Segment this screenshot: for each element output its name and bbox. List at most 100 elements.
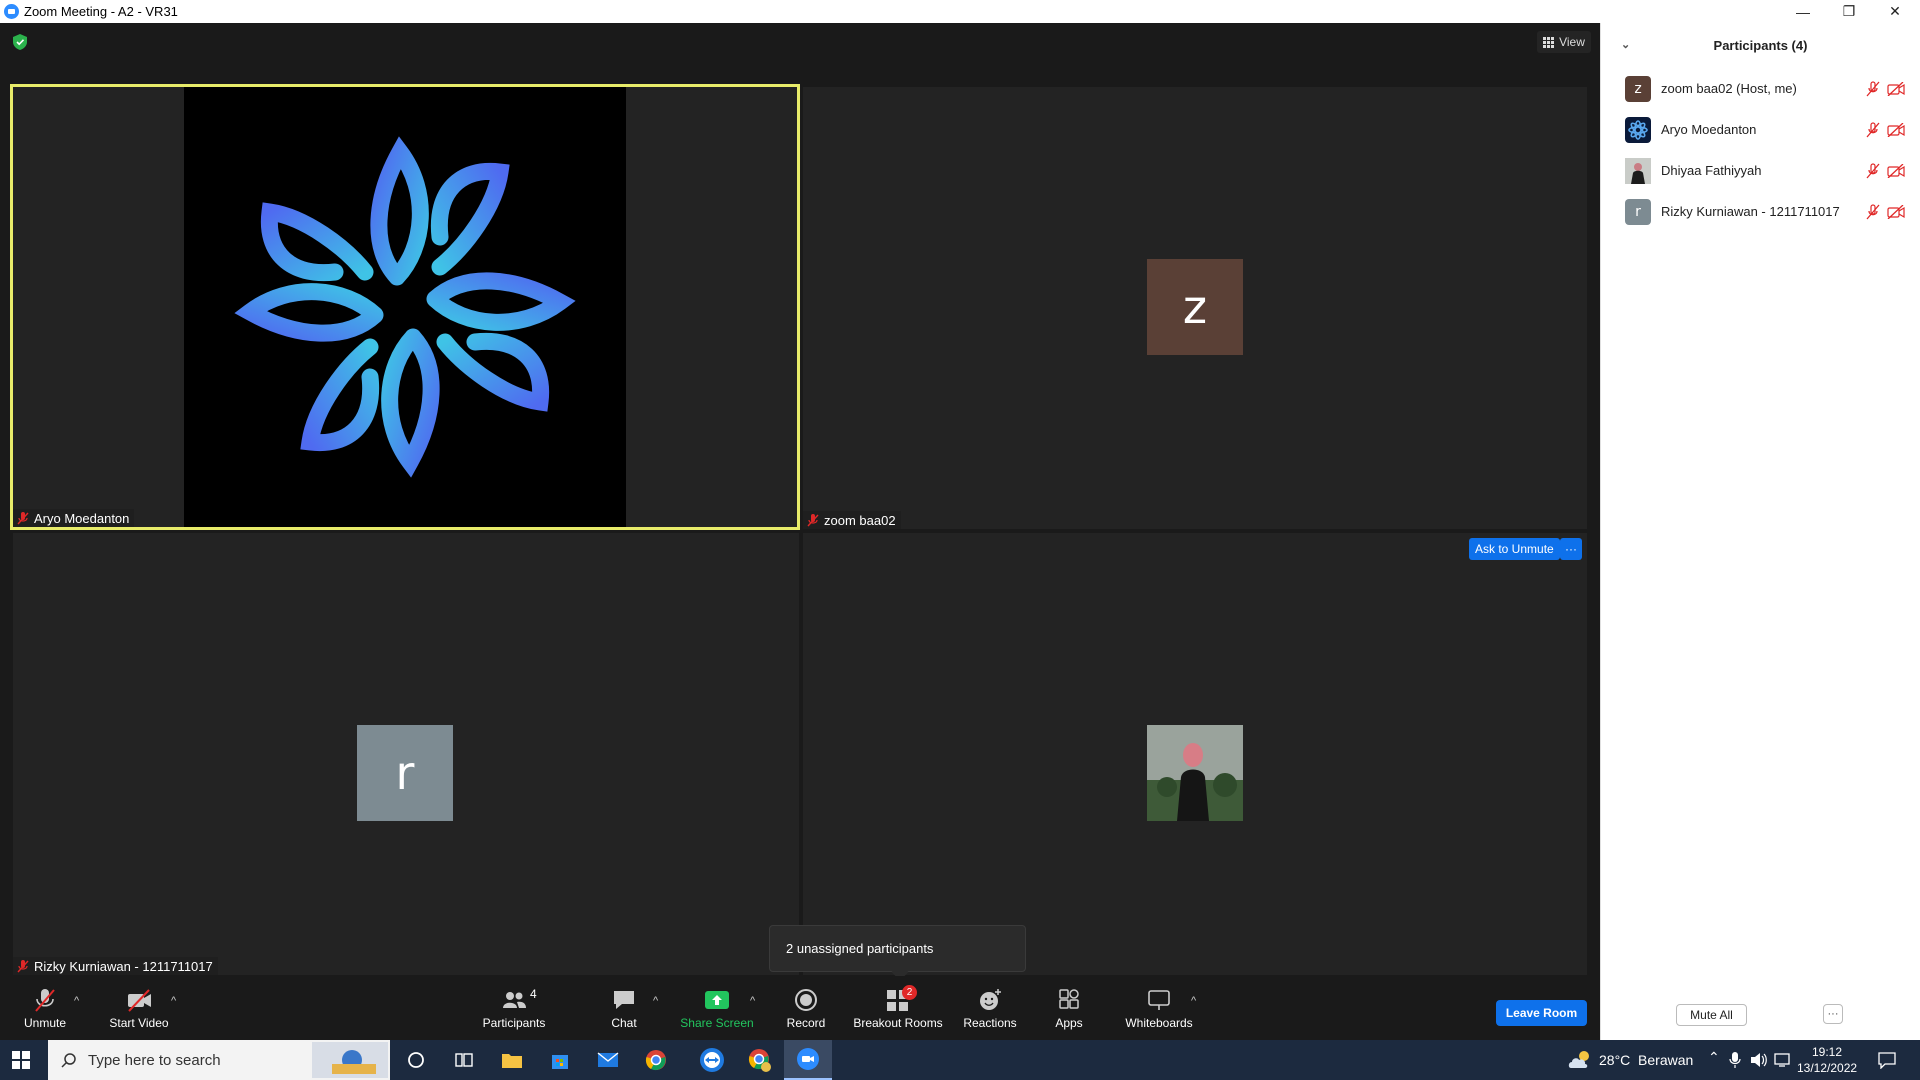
- participant-name: Aryo Moedanton: [1661, 122, 1757, 137]
- view-button[interactable]: View: [1537, 31, 1591, 53]
- windows-taskbar: Type here to search 28°C Berawan ⌃ 19:12…: [0, 1040, 1920, 1080]
- participant-name: Dhiyaa Fathiyyah: [1661, 163, 1762, 178]
- video-off-icon[interactable]: [1887, 81, 1905, 96]
- apps-button[interactable]: Apps: [1049, 976, 1089, 1040]
- task-view-icon[interactable]: [440, 1040, 488, 1080]
- restore-button[interactable]: ❐: [1826, 0, 1872, 23]
- security-shield-icon[interactable]: [13, 34, 27, 50]
- avatar: [1625, 116, 1651, 143]
- audio-options-caret[interactable]: ^: [74, 995, 79, 1007]
- teamviewer-icon[interactable]: [688, 1040, 736, 1080]
- video-tile-aryo[interactable]: Aryo Moedanton: [10, 84, 800, 530]
- participants-label: Participants: [482, 1015, 546, 1030]
- tile-namebar: Rizky Kurniawan - 1211711017: [13, 957, 218, 975]
- video-options-caret[interactable]: ^: [171, 995, 176, 1007]
- store-icon[interactable]: [536, 1040, 584, 1080]
- mute-all-button[interactable]: Mute All: [1676, 1004, 1747, 1026]
- video-tile-zoom-baa02[interactable]: z zoom baa02: [803, 87, 1587, 529]
- window-titlebar: Zoom Meeting - A2 - VR31 — ❐ ✕: [0, 0, 1920, 23]
- clock-time: 19:12: [1811, 1045, 1843, 1059]
- unmute-button[interactable]: Unmute: [20, 976, 70, 1040]
- panel-more-button[interactable]: ···: [1823, 1004, 1843, 1024]
- microphone-icon[interactable]: [1729, 1051, 1741, 1069]
- whiteboard-icon: [1148, 989, 1170, 1010]
- person-photo-icon: [1147, 725, 1243, 821]
- tile-name: Rizky Kurniawan - 1211711017: [34, 958, 213, 974]
- panel-header: ⌄ Participants (4): [1601, 23, 1920, 68]
- tile-name: zoom baa02: [824, 512, 896, 528]
- avatar: z: [1625, 75, 1651, 102]
- mic-muted-icon[interactable]: [1866, 121, 1880, 138]
- video-tile-rizky[interactable]: r Rizky Kurniawan - 1211711017: [13, 533, 799, 975]
- chat-button[interactable]: Chat: [600, 976, 648, 1040]
- view-label: View: [1559, 35, 1585, 49]
- network-icon[interactable]: [1774, 1052, 1792, 1068]
- participant-row[interactable]: Aryo Moedanton: [1601, 109, 1920, 150]
- share-options-caret[interactable]: ^: [750, 995, 755, 1007]
- reactions-icon: [980, 988, 1001, 1010]
- chevron-down-icon[interactable]: ⌄: [1621, 38, 1630, 51]
- search-icon: [61, 1053, 76, 1068]
- breakout-rooms-button[interactable]: 2 Breakout Rooms: [851, 976, 945, 1040]
- apps-icon: [1059, 988, 1079, 1009]
- whiteboards-button[interactable]: Whiteboards: [1122, 976, 1196, 1040]
- leave-room-button[interactable]: Leave Room: [1496, 1000, 1587, 1026]
- participant-name: Rizky Kurniawan - 1211711017: [1661, 204, 1840, 219]
- video-off-icon[interactable]: [1887, 163, 1905, 178]
- apps-label: Apps: [1055, 1015, 1083, 1030]
- search-placeholder: Type here to search: [88, 1051, 221, 1069]
- file-explorer-icon[interactable]: [488, 1040, 536, 1080]
- weather-text[interactable]: 28°C Berawan: [1599, 1052, 1693, 1068]
- chrome-icon[interactable]: [632, 1040, 680, 1080]
- tile-namebar: Aryo Moedanton: [13, 509, 135, 527]
- reactions-button[interactable]: Reactions: [962, 976, 1018, 1040]
- weather-cloud-icon: [1568, 1051, 1589, 1068]
- participants-icon: 4: [500, 987, 537, 1013]
- taskbar-search-input[interactable]: Type here to search: [48, 1040, 390, 1080]
- video-tile-dhiyaa[interactable]: Ask to Unmute ···: [803, 533, 1587, 975]
- speaker-icon[interactable]: [1750, 1052, 1768, 1068]
- taskbar-clock[interactable]: 19:12 13/12/2022: [1797, 1044, 1857, 1076]
- mic-muted-icon[interactable]: [1866, 203, 1880, 220]
- chat-options-caret[interactable]: ^: [653, 995, 658, 1007]
- notifications-icon[interactable]: [1877, 1051, 1897, 1069]
- start-video-button[interactable]: Start Video: [105, 976, 173, 1040]
- video-off-icon[interactable]: [1887, 122, 1905, 137]
- record-icon: [795, 988, 817, 1011]
- window-title: Zoom Meeting - A2 - VR31: [24, 4, 178, 19]
- chevron-up-icon[interactable]: ⌃: [1708, 1049, 1720, 1066]
- flower-logo-icon: [1628, 119, 1648, 140]
- whiteboard-options-caret[interactable]: ^: [1191, 995, 1196, 1007]
- mic-muted-icon[interactable]: [1866, 162, 1880, 179]
- unassigned-participants-tooltip: 2 unassigned participants: [769, 925, 1026, 972]
- minimize-button[interactable]: —: [1780, 0, 1826, 23]
- tile-more-button[interactable]: ···: [1560, 538, 1582, 560]
- chat-icon: [614, 990, 634, 1009]
- video-off-icon[interactable]: [1887, 204, 1905, 219]
- share-screen-button[interactable]: Share Screen: [680, 976, 754, 1040]
- chrome-user-icon[interactable]: [736, 1040, 784, 1080]
- ask-to-unmute-button[interactable]: Ask to Unmute: [1469, 538, 1560, 560]
- windows-start-icon[interactable]: [12, 1051, 30, 1069]
- mail-icon[interactable]: [584, 1040, 632, 1080]
- breakout-badge: 2: [902, 984, 917, 1000]
- close-button[interactable]: ✕: [1872, 0, 1918, 23]
- participants-count: 4: [530, 986, 537, 1001]
- avatar: z: [1147, 259, 1243, 355]
- profile-photo: [1147, 725, 1243, 821]
- participants-button[interactable]: 4 Participants: [480, 976, 548, 1040]
- record-button[interactable]: Record: [782, 976, 830, 1040]
- avatar: r: [1625, 198, 1651, 225]
- cortana-icon[interactable]: [392, 1040, 440, 1080]
- participant-row[interactable]: z zoom baa02 (Host, me): [1601, 68, 1920, 109]
- participant-row[interactable]: r Rizky Kurniawan - 1211711017: [1601, 191, 1920, 232]
- mic-muted-icon: [35, 988, 55, 1012]
- mic-muted-icon[interactable]: [1866, 80, 1880, 97]
- video-feed: [184, 87, 626, 527]
- start-video-label: Start Video: [109, 1015, 169, 1030]
- zoom-app-icon[interactable]: [784, 1040, 832, 1080]
- clock-date: 13/12/2022: [1797, 1061, 1858, 1075]
- mic-muted-icon: [17, 959, 29, 972]
- flower-logo-icon: [184, 136, 626, 527]
- participant-row[interactable]: Dhiyaa Fathiyyah: [1601, 150, 1920, 191]
